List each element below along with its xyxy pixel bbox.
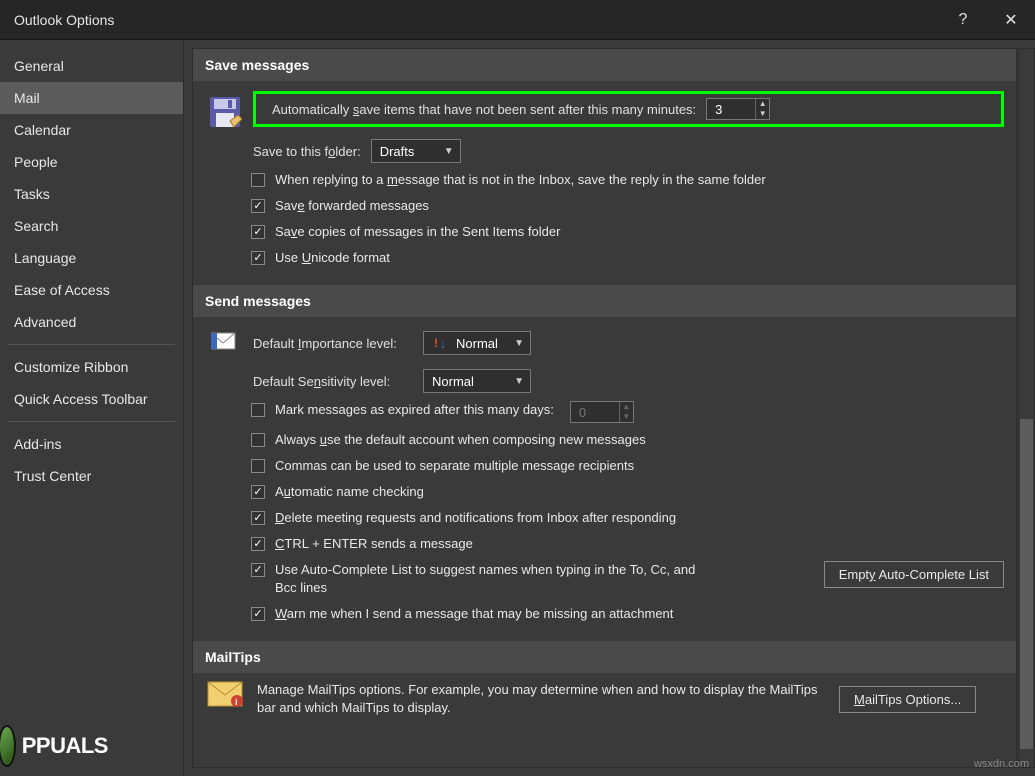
expired-days-input [571,403,619,422]
main-scroll-area: Save messages [192,48,1017,768]
save-to-folder-dropdown[interactable]: Drafts ▼ [371,139,461,163]
checkbox-reply-same-folder[interactable] [251,173,265,187]
sidebar-divider [8,344,175,345]
chevron-down-icon: ▼ [444,146,454,157]
ctrl-enter-label: CTRL + ENTER sends a message [275,535,473,553]
always-default-label: Always use the default account when comp… [275,431,646,449]
checkbox-save-sent[interactable] [251,225,265,239]
sidebar-item-tasks[interactable]: Tasks [0,178,183,210]
sidebar-item-general[interactable]: General [0,50,183,82]
sidebar-item-calendar[interactable]: Calendar [0,114,183,146]
spinner-up-icon: ▲ [620,402,633,412]
checkbox-auto-name-check[interactable] [251,485,265,499]
sidebar-item-advanced[interactable]: Advanced [0,306,183,338]
svg-text:i: i [235,697,238,707]
dropdown-value: Normal [456,336,506,351]
help-icon: ? [959,11,968,29]
checkbox-autocomplete-list[interactable] [251,563,265,577]
spinner-up-icon[interactable]: ▲ [756,99,769,109]
autosave-label: Automatically save items that have not b… [272,102,696,117]
checkbox-warn-attachment[interactable] [251,607,265,621]
checkbox-unicode[interactable] [251,251,265,265]
auto-name-label: Automatic name checking [275,483,424,501]
importance-label: Default Importance level: [253,336,413,351]
warn-attachment-label: Warn me when I send a message that may b… [275,605,673,623]
autocomplete-label: Use Auto-Complete List to suggest names … [275,561,715,597]
chevron-down-icon: ▼ [514,338,524,349]
section-body-send: Default Importance level: !↓ Normal ▼ De… [193,317,1016,641]
section-header-save-messages: Save messages [193,49,1016,81]
checkbox-always-default-account[interactable] [251,433,265,447]
close-icon: ✕ [1004,10,1017,30]
unicode-label: Use Unicode format [275,249,390,267]
save-sent-label: Save copies of messages in the Sent Item… [275,223,560,241]
checkbox-ctrl-enter-send[interactable] [251,537,265,551]
scrollbar-thumb[interactable] [1020,419,1033,749]
mailtips-description: Manage MailTips options. For example, yo… [257,681,827,717]
send-mail-icon [211,331,239,351]
logo-circle-icon [0,725,16,767]
dropdown-value: Normal [432,374,506,389]
checkbox-mark-expired[interactable] [251,403,265,417]
commas-label: Commas can be used to separate multiple … [275,457,634,475]
spinner-down-icon[interactable]: ▼ [756,109,769,119]
mark-expired-label: Mark messages as expired after this many… [275,401,554,419]
dialog-content: General Mail Calendar People Tasks Searc… [0,40,1035,776]
reply-same-folder-label: When replying to a message that is not i… [275,171,766,189]
window-title: Outlook Options [14,12,939,28]
sidebar-item-quick-access-toolbar[interactable]: Quick Access Toolbar [0,383,183,415]
dropdown-value: Drafts [380,144,436,159]
autosave-minutes-input[interactable] [707,100,755,119]
sensitivity-dropdown[interactable]: Normal ▼ [423,369,531,393]
sidebar-item-search[interactable]: Search [0,210,183,242]
titlebar: Outlook Options ? ✕ [0,0,1035,40]
close-button[interactable]: ✕ [987,0,1035,40]
logo-text: PPUALS [22,733,108,759]
expired-days-spinner: ▲▼ [570,401,634,423]
section-header-send-messages: Send messages [193,285,1016,317]
save-forwarded-label: Save forwarded messages [275,197,429,215]
mailtips-options-button[interactable]: MailTips Options... [839,686,976,713]
spinner-down-icon: ▼ [620,412,633,422]
autosave-minutes-spinner[interactable]: ▲▼ [706,98,770,120]
section-body-save: Automatically save items that have not b… [193,81,1016,285]
importance-dropdown[interactable]: !↓ Normal ▼ [423,331,531,355]
save-to-folder-label: Save to this folder: [253,144,361,159]
vertical-scrollbar[interactable] [1018,48,1035,768]
chevron-down-icon: ▼ [514,376,524,387]
main-panel: Save messages [184,40,1035,776]
svg-text:!: ! [434,336,438,350]
delete-meeting-label: Delete meeting requests and notification… [275,509,676,527]
save-disk-icon [208,95,242,129]
sidebar-item-trust-center[interactable]: Trust Center [0,460,183,492]
importance-icon: !↓ [432,335,448,351]
empty-autocomplete-button[interactable]: Empty Auto-Complete List [824,561,1004,588]
appuals-logo: PPUALS [0,722,108,770]
sidebar-divider [8,421,175,422]
sidebar-item-mail[interactable]: Mail [0,82,183,114]
checkbox-delete-meeting-requests[interactable] [251,511,265,525]
mailtips-body: i Manage MailTips options. For example, … [193,673,1016,725]
help-button[interactable]: ? [939,0,987,40]
sidebar-item-addins[interactable]: Add-ins [0,428,183,460]
sensitivity-label: Default Sensitivity level: [253,374,413,389]
checkbox-save-forwarded[interactable] [251,199,265,213]
highlight-autosave: Automatically save items that have not b… [253,91,1004,127]
watermark: wsxdn.com [974,758,1029,770]
envelope-info-icon: i [207,681,243,707]
section-header-mailtips: MailTips [193,641,1016,673]
sidebar-item-ease-of-access[interactable]: Ease of Access [0,274,183,306]
sidebar-item-language[interactable]: Language [0,242,183,274]
sidebar-item-people[interactable]: People [0,146,183,178]
svg-text:↓: ↓ [440,337,446,351]
sidebar: General Mail Calendar People Tasks Searc… [0,40,184,776]
checkbox-commas-separate[interactable] [251,459,265,473]
sidebar-item-customize-ribbon[interactable]: Customize Ribbon [0,351,183,383]
